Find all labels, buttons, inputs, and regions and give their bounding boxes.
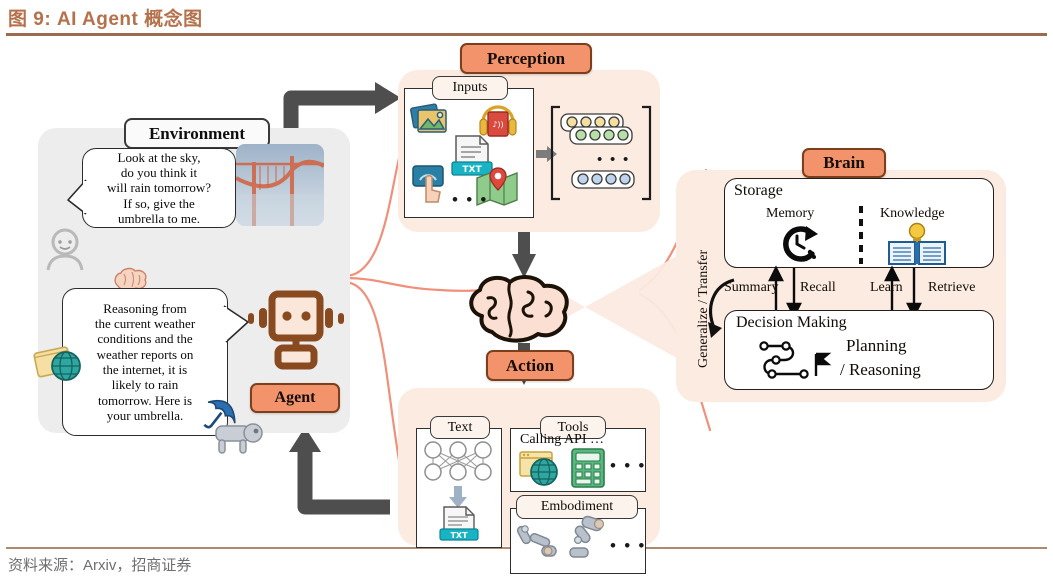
user-speech-text: Look at the sky, do you think it will ra…	[107, 149, 211, 226]
figure-source: 资料来源：Arxiv，招商证券	[8, 557, 192, 574]
calculator-icon	[571, 448, 605, 488]
user-speech-bubble: Look at the sky, do you think it will ra…	[82, 148, 236, 228]
planning-text: Planning	[846, 336, 907, 355]
browser-globe-icon	[519, 451, 558, 486]
perception-label: Perception	[460, 43, 592, 74]
brain-label: Brain	[802, 148, 886, 178]
globe-icon	[33, 346, 81, 381]
robot-dog-icon	[215, 423, 263, 454]
inputs-ellipsis: • • •	[452, 190, 489, 209]
inputs-label: Inputs	[432, 76, 508, 100]
brain-icon	[469, 275, 569, 343]
title-divider	[6, 33, 1047, 36]
embodiment-ellipsis: • • •	[610, 536, 647, 555]
headphones-audio-icon: ♪))	[479, 105, 517, 137]
robot-leg-icon	[569, 515, 605, 558]
user-bubble-tail	[67, 179, 88, 215]
diagram-canvas: Environment Look at the sky, do you thin…	[0, 38, 1053, 574]
agent-speech-text: Reasoning from the current weather condi…	[94, 300, 196, 423]
page-title: 图 9: AI Agent 概念图	[8, 9, 203, 30]
action-label: Action	[486, 350, 574, 381]
reasoning-text: / Reasoning	[840, 360, 921, 379]
learn-arrow-label: Learn	[870, 280, 903, 295]
touch-gesture-icon	[412, 165, 444, 203]
svg-text:TXT: TXT	[450, 531, 468, 540]
storage-label: Storage	[734, 182, 783, 199]
calling-api-caption: Calling API …	[520, 432, 605, 447]
recall-arrow-label: Recall	[800, 280, 836, 295]
neural-network-icon	[424, 441, 492, 481]
images-icon	[410, 103, 447, 133]
down-arrow-icon	[449, 486, 467, 508]
robot-arm-icon	[516, 525, 557, 557]
agent-label: Agent	[250, 383, 340, 413]
decision-making-label: Decision Making	[736, 314, 847, 331]
txt-document-icon: TXT	[439, 506, 479, 541]
robot-head-icon	[248, 290, 344, 370]
memory-label: Memory	[766, 206, 815, 221]
text-box-label: Text	[430, 416, 490, 439]
planning-path-flag-icon	[759, 341, 832, 379]
book-lightbulb-icon	[888, 222, 946, 265]
bridge-photo	[236, 144, 324, 226]
summary-arrow-label: Summary	[724, 280, 779, 295]
embedding-ellipsis: • • •	[597, 152, 631, 168]
retrieve-arrow-label: Retrieve	[928, 280, 976, 295]
person-icon	[46, 228, 84, 271]
svg-text:♪)): ♪))	[492, 120, 503, 129]
storage-divider	[859, 206, 863, 264]
tools-ellipsis: • • •	[610, 456, 647, 475]
clock-history-icon	[783, 226, 818, 262]
